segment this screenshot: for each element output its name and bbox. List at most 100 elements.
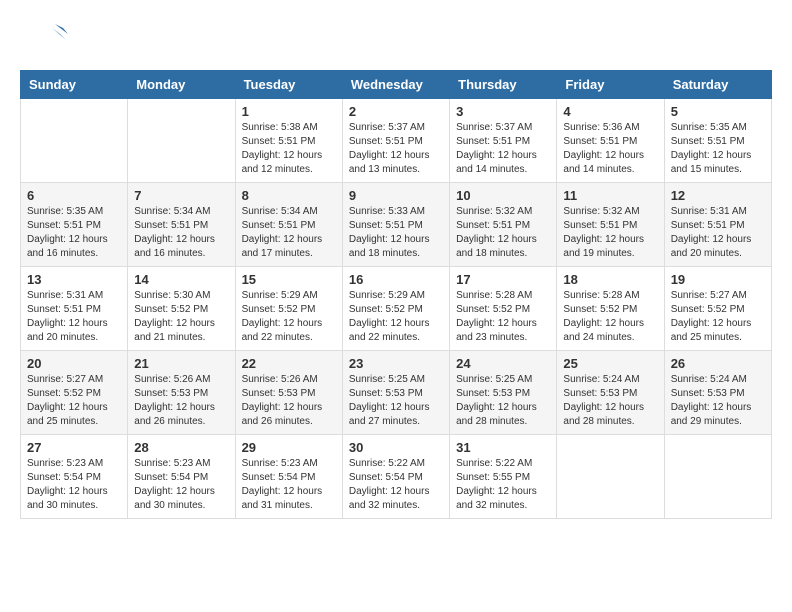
day-info: Sunrise: 5:31 AM Sunset: 5:51 PM Dayligh… (671, 205, 765, 261)
day-info: Sunrise: 5:22 AM Sunset: 5:55 PM Dayligh… (456, 457, 550, 513)
calendar-week-row: 20Sunrise: 5:27 AM Sunset: 5:52 PM Dayli… (21, 351, 772, 435)
calendar-cell: 30 Sunrise: 5:22 AM Sunset: 5:54 PM Dayli… (342, 435, 449, 519)
day-number: 27 (27, 440, 121, 455)
day-info: Sunrise: 5:28 AM Sunset: 5:52 PM Dayligh… (456, 289, 550, 345)
day-number: 18 (563, 272, 657, 287)
logo-icon (20, 20, 70, 60)
day-info: Sunrise: 5:26 AM Sunset: 5:53 PM Dayligh… (242, 373, 336, 429)
day-header-monday: Monday (128, 71, 235, 99)
day-number: 29 (242, 440, 336, 455)
calendar-cell: 26Sunrise: 5:24 AM Sunset: 5:53 PM Dayli… (664, 351, 771, 435)
day-header-sunday: Sunday (21, 71, 128, 99)
day-info: Sunrise: 5:32 AM Sunset: 5:51 PM Dayligh… (563, 205, 657, 261)
day-number: 7 (134, 188, 228, 203)
calendar-cell: 31 Sunrise: 5:22 AM Sunset: 5:55 PM Dayli… (450, 435, 557, 519)
calendar-cell: 22 Sunrise: 5:26 AM Sunset: 5:53 PM Dayli… (235, 351, 342, 435)
calendar-cell: 21 Sunrise: 5:26 AM Sunset: 5:53 PM Dayli… (128, 351, 235, 435)
day-number: 8 (242, 188, 336, 203)
calendar-cell: 11 Sunrise: 5:32 AM Sunset: 5:51 PM Dayli… (557, 183, 664, 267)
calendar-cell: 6 Sunrise: 5:35 AM Sunset: 5:51 PM Daylig… (21, 183, 128, 267)
calendar-cell: 9 Sunrise: 5:33 AM Sunset: 5:51 PM Daylig… (342, 183, 449, 267)
calendar-cell: 24 Sunrise: 5:25 AM Sunset: 5:53 PM Dayli… (450, 351, 557, 435)
day-info: Sunrise: 5:36 AM Sunset: 5:51 PM Dayligh… (563, 121, 657, 177)
calendar-cell: 16 Sunrise: 5:29 AM Sunset: 5:52 PM Dayli… (342, 267, 449, 351)
calendar-cell: 7Sunrise: 5:34 AM Sunset: 5:51 PM Daylig… (128, 183, 235, 267)
day-info: Sunrise: 5:29 AM Sunset: 5:52 PM Dayligh… (349, 289, 443, 345)
day-number: 15 (242, 272, 336, 287)
day-info: Sunrise: 5:35 AM Sunset: 5:51 PM Dayligh… (27, 205, 121, 261)
day-number: 17 (456, 272, 550, 287)
calendar-week-row: 1Sunrise: 5:38 AM Sunset: 5:51 PM Daylig… (21, 99, 772, 183)
day-number: 28 (134, 440, 228, 455)
day-header-saturday: Saturday (664, 71, 771, 99)
calendar-table: SundayMondayTuesdayWednesdayThursdayFrid… (20, 70, 772, 519)
day-number: 19 (671, 272, 765, 287)
day-number: 11 (563, 188, 657, 203)
calendar-cell: 8Sunrise: 5:34 AM Sunset: 5:51 PM Daylig… (235, 183, 342, 267)
calendar-cell: 3 Sunrise: 5:37 AM Sunset: 5:51 PM Daylig… (450, 99, 557, 183)
day-number: 6 (27, 188, 121, 203)
day-number: 20 (27, 356, 121, 371)
calendar-week-row: 13 Sunrise: 5:31 AM Sunset: 5:51 PM Dayli… (21, 267, 772, 351)
day-info: Sunrise: 5:22 AM Sunset: 5:54 PM Dayligh… (349, 457, 443, 513)
day-info: Sunrise: 5:29 AM Sunset: 5:52 PM Dayligh… (242, 289, 336, 345)
calendar-cell: 2Sunrise: 5:37 AM Sunset: 5:51 PM Daylig… (342, 99, 449, 183)
calendar-cell (21, 99, 128, 183)
day-number: 9 (349, 188, 443, 203)
calendar-cell: 20Sunrise: 5:27 AM Sunset: 5:52 PM Dayli… (21, 351, 128, 435)
calendar-cell: 19 Sunrise: 5:27 AM Sunset: 5:52 PM Dayli… (664, 267, 771, 351)
day-info: Sunrise: 5:25 AM Sunset: 5:53 PM Dayligh… (349, 373, 443, 429)
calendar-cell: 29 Sunrise: 5:23 AM Sunset: 5:54 PM Dayli… (235, 435, 342, 519)
day-info: Sunrise: 5:23 AM Sunset: 5:54 PM Dayligh… (27, 457, 121, 513)
day-number: 21 (134, 356, 228, 371)
calendar-cell: 12 Sunrise: 5:31 AM Sunset: 5:51 PM Dayli… (664, 183, 771, 267)
day-number: 12 (671, 188, 765, 203)
calendar-cell: 1Sunrise: 5:38 AM Sunset: 5:51 PM Daylig… (235, 99, 342, 183)
calendar-cell: 10Sunrise: 5:32 AM Sunset: 5:51 PM Dayli… (450, 183, 557, 267)
calendar-week-row: 27 Sunrise: 5:23 AM Sunset: 5:54 PM Dayli… (21, 435, 772, 519)
day-info: Sunrise: 5:32 AM Sunset: 5:51 PM Dayligh… (456, 205, 550, 261)
day-number: 22 (242, 356, 336, 371)
calendar-cell: 23 Sunrise: 5:25 AM Sunset: 5:53 PM Dayli… (342, 351, 449, 435)
day-number: 30 (349, 440, 443, 455)
day-info: Sunrise: 5:23 AM Sunset: 5:54 PM Dayligh… (242, 457, 336, 513)
calendar-cell: 25Sunrise: 5:24 AM Sunset: 5:53 PM Dayli… (557, 351, 664, 435)
day-info: Sunrise: 5:26 AM Sunset: 5:53 PM Dayligh… (134, 373, 228, 429)
calendar-cell: 28 Sunrise: 5:23 AM Sunset: 5:54 PM Dayli… (128, 435, 235, 519)
day-info: Sunrise: 5:27 AM Sunset: 5:52 PM Dayligh… (671, 289, 765, 345)
day-header-friday: Friday (557, 71, 664, 99)
day-info: Sunrise: 5:38 AM Sunset: 5:51 PM Dayligh… (242, 121, 336, 177)
day-info: Sunrise: 5:24 AM Sunset: 5:53 PM Dayligh… (563, 373, 657, 429)
logo (20, 20, 74, 60)
day-header-tuesday: Tuesday (235, 71, 342, 99)
day-info: Sunrise: 5:37 AM Sunset: 5:51 PM Dayligh… (349, 121, 443, 177)
day-number: 23 (349, 356, 443, 371)
day-number: 4 (563, 104, 657, 119)
day-header-wednesday: Wednesday (342, 71, 449, 99)
day-info: Sunrise: 5:31 AM Sunset: 5:51 PM Dayligh… (27, 289, 121, 345)
calendar-cell: 18 Sunrise: 5:28 AM Sunset: 5:52 PM Dayli… (557, 267, 664, 351)
calendar-cell: 5Sunrise: 5:35 AM Sunset: 5:51 PM Daylig… (664, 99, 771, 183)
day-info: Sunrise: 5:23 AM Sunset: 5:54 PM Dayligh… (134, 457, 228, 513)
day-info: Sunrise: 5:28 AM Sunset: 5:52 PM Dayligh… (563, 289, 657, 345)
day-info: Sunrise: 5:24 AM Sunset: 5:53 PM Dayligh… (671, 373, 765, 429)
calendar-cell: 15 Sunrise: 5:29 AM Sunset: 5:52 PM Dayli… (235, 267, 342, 351)
day-number: 31 (456, 440, 550, 455)
day-number: 13 (27, 272, 121, 287)
calendar-cell: 14Sunrise: 5:30 AM Sunset: 5:52 PM Dayli… (128, 267, 235, 351)
day-info: Sunrise: 5:33 AM Sunset: 5:51 PM Dayligh… (349, 205, 443, 261)
day-number: 16 (349, 272, 443, 287)
calendar-week-row: 6 Sunrise: 5:35 AM Sunset: 5:51 PM Daylig… (21, 183, 772, 267)
day-header-thursday: Thursday (450, 71, 557, 99)
day-info: Sunrise: 5:25 AM Sunset: 5:53 PM Dayligh… (456, 373, 550, 429)
day-number: 3 (456, 104, 550, 119)
calendar-cell (557, 435, 664, 519)
day-info: Sunrise: 5:37 AM Sunset: 5:51 PM Dayligh… (456, 121, 550, 177)
calendar-cell: 17 Sunrise: 5:28 AM Sunset: 5:52 PM Dayli… (450, 267, 557, 351)
day-number: 24 (456, 356, 550, 371)
page-header (20, 20, 772, 60)
day-info: Sunrise: 5:30 AM Sunset: 5:52 PM Dayligh… (134, 289, 228, 345)
calendar-cell (128, 99, 235, 183)
calendar-cell (664, 435, 771, 519)
calendar-cell: 27 Sunrise: 5:23 AM Sunset: 5:54 PM Dayli… (21, 435, 128, 519)
